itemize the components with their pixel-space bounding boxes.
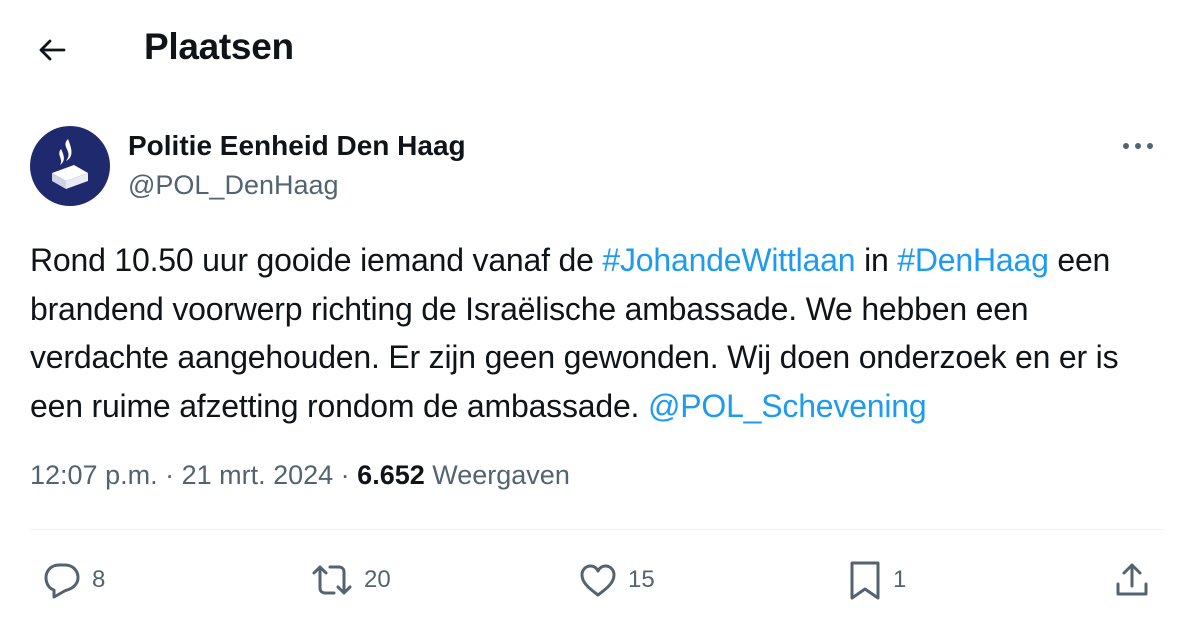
tweet-time[interactable]: 12:07 p.m. (30, 460, 158, 490)
heart-icon (580, 564, 616, 597)
views-label: Weergaven (424, 460, 570, 490)
share-button[interactable] (1110, 556, 1154, 604)
tweet-date[interactable]: 21 mrt. 2024 (182, 460, 334, 490)
author-name[interactable]: Politie Eenheid Den Haag (128, 130, 466, 162)
repost-count: 20 (364, 566, 391, 593)
tweet-meta: 12:07 p.m. · 21 mrt. 2024 · 6.652 Weerga… (30, 460, 570, 491)
reply-button[interactable]: 8 (40, 556, 105, 604)
views-count: 6.652 (357, 460, 425, 490)
bookmark-icon (850, 561, 880, 600)
divider (30, 529, 1164, 530)
header: Plaatsen (0, 0, 1194, 100)
hashtag-link[interactable]: #DenHaag (897, 242, 1049, 278)
tweet-text-part: in (855, 242, 898, 278)
police-logo-icon (52, 139, 88, 189)
repost-icon (312, 565, 352, 595)
mention-link[interactable]: @POL_Schevening (648, 388, 927, 424)
repost-button[interactable]: 20 (308, 556, 391, 604)
share-icon (1116, 563, 1148, 596)
author-handle[interactable]: @POL_DenHaag (128, 170, 339, 201)
reply-count: 8 (92, 566, 106, 593)
like-button[interactable]: 15 (576, 556, 655, 604)
back-button[interactable] (30, 30, 74, 70)
more-horizontal-icon (1123, 143, 1153, 149)
arrow-left-icon (39, 39, 66, 61)
meta-separator: · (333, 460, 358, 490)
more-options-button[interactable] (1118, 128, 1158, 164)
page-title: Plaatsen (144, 26, 294, 67)
hashtag-link[interactable]: #JohandeWittlaan (602, 242, 855, 278)
like-count: 15 (628, 566, 655, 593)
tweet-text-part: Rond 10.50 uur gooide iemand vanaf de (30, 242, 603, 278)
reply-icon (44, 563, 80, 599)
bookmark-count: 1 (893, 566, 907, 593)
avatar[interactable] (30, 126, 110, 206)
meta-separator: · (157, 460, 182, 490)
tweet-text: Rond 10.50 uur gooide iemand vanaf de #J… (30, 236, 1170, 430)
bookmark-button[interactable]: 1 (845, 556, 906, 604)
